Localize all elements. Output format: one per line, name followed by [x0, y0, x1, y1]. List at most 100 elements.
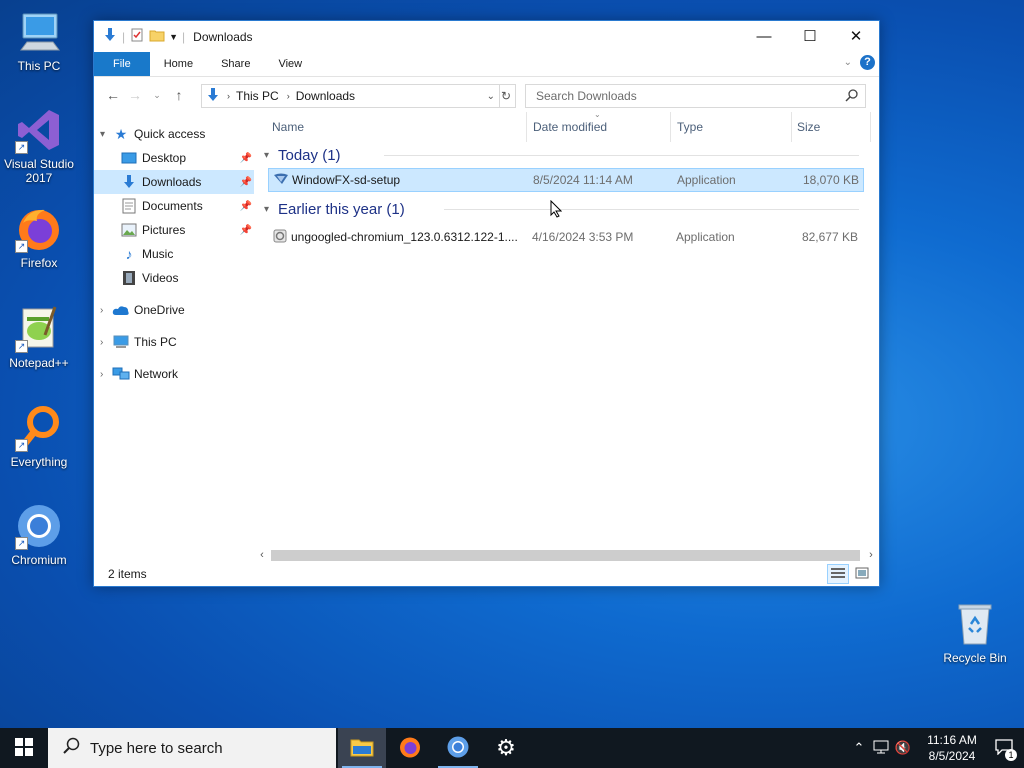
- volume-muted-icon[interactable]: 🔇: [892, 740, 914, 756]
- file-row[interactable]: ungoogled-chromium_123.0.6312.122-1.... …: [268, 226, 864, 248]
- forward-button[interactable]: →: [124, 87, 146, 103]
- start-button[interactable]: [0, 728, 48, 768]
- sidebar-item-network[interactable]: › Network: [94, 362, 254, 386]
- firefox-icon: ↗: [15, 205, 63, 253]
- action-center-button[interactable]: 1: [984, 728, 1024, 768]
- shortcut-arrow-icon: ↗: [15, 439, 28, 452]
- file-row[interactable]: WindowFX-sd-setup 8/5/2024 11:14 AM Appl…: [268, 168, 864, 192]
- taskbar-chromium-button[interactable]: [434, 728, 482, 768]
- column-header-type[interactable]: Type: [677, 120, 703, 134]
- chevron-right-icon[interactable]: ›: [100, 305, 112, 316]
- content-area: ▾ ★ Quick access Desktop 📌 Downloads 📌 D…: [94, 110, 879, 562]
- maximize-button[interactable]: ☐: [787, 21, 833, 51]
- installer-icon: [272, 228, 288, 247]
- desktop-icon-this-pc[interactable]: This PC: [0, 8, 78, 73]
- large-icons-view-button[interactable]: [851, 564, 873, 584]
- address-dropdown-icon[interactable]: ⌄: [487, 91, 495, 102]
- properties-icon[interactable]: [129, 27, 145, 46]
- minimize-button[interactable]: —: [741, 21, 787, 51]
- breadcrumb-this-pc[interactable]: This PC: [236, 89, 279, 103]
- chevron-down-icon[interactable]: ▾: [100, 129, 112, 140]
- clock[interactable]: 11:16 AM 8/5/2024: [920, 732, 984, 764]
- desktop-folder-icon: [120, 150, 138, 166]
- sidebar-item-pictures[interactable]: Pictures 📌: [94, 218, 254, 242]
- sidebar-item-videos[interactable]: Videos: [94, 266, 254, 290]
- sidebar-item-this-pc[interactable]: › This PC: [94, 330, 254, 354]
- visual-studio-icon: ↗: [15, 106, 63, 154]
- chevron-right-icon[interactable]: ›: [100, 369, 112, 380]
- back-button[interactable]: ←: [102, 87, 124, 103]
- details-view-button[interactable]: [827, 564, 849, 584]
- status-bar: 2 items: [94, 562, 879, 586]
- download-arrow-icon: [120, 174, 138, 190]
- expand-ribbon-icon[interactable]: ⌄: [844, 57, 852, 68]
- sidebar-item-label: This PC: [134, 335, 177, 349]
- maximize-icon: ☐: [803, 28, 817, 45]
- desktop-icon-firefox[interactable]: ↗ Firefox: [0, 205, 78, 270]
- refresh-button[interactable]: ↻: [497, 84, 516, 108]
- sidebar-item-quick-access[interactable]: ▾ ★ Quick access: [94, 122, 254, 146]
- title-bar[interactable]: | ▼ | Downloads — ☐ ✕: [94, 21, 879, 52]
- column-header-size[interactable]: Size: [797, 120, 820, 134]
- navigation-pane: ▾ ★ Quick access Desktop 📌 Downloads 📌 D…: [94, 122, 254, 386]
- scrollbar-thumb[interactable]: [271, 550, 860, 561]
- desktop-icon-chromium[interactable]: ↗ Chromium: [0, 502, 78, 567]
- address-bar[interactable]: › This PC › Downloads ⌄: [201, 84, 500, 108]
- file-explorer-window: | ▼ | Downloads — ☐ ✕ File Home Share Vi…: [93, 20, 880, 587]
- sidebar-item-label: Desktop: [142, 151, 187, 165]
- file-date: 8/5/2024 11:14 AM: [533, 173, 633, 187]
- sidebar-item-music[interactable]: ♪ Music: [94, 242, 254, 266]
- desktop-icon-everything[interactable]: ↗ Everything: [0, 404, 78, 469]
- desktop-icon-notepad-plus-plus[interactable]: ↗ Notepad++: [0, 305, 78, 370]
- help-icon[interactable]: ?: [860, 55, 875, 70]
- sidebar-item-desktop[interactable]: Desktop 📌: [94, 146, 254, 170]
- file-name: WindowFX-sd-setup: [292, 173, 401, 187]
- up-button[interactable]: ↑: [168, 87, 190, 103]
- search-box[interactable]: [525, 84, 866, 108]
- large-icons-view-icon: [855, 567, 869, 582]
- recent-locations-button[interactable]: ⌄: [146, 90, 168, 101]
- breadcrumb-downloads[interactable]: Downloads: [296, 89, 355, 103]
- tab-home[interactable]: Home: [150, 52, 207, 76]
- tab-share[interactable]: Share: [207, 52, 264, 76]
- settings-icon: ⚙: [496, 735, 516, 760]
- sidebar-item-label: Downloads: [142, 175, 202, 189]
- network-icon[interactable]: [870, 740, 892, 757]
- new-folder-icon[interactable]: [149, 27, 165, 46]
- chevron-down-icon[interactable]: ▾: [264, 204, 278, 215]
- taskbar-settings-button[interactable]: ⚙: [482, 728, 530, 768]
- application-icon: [273, 171, 289, 190]
- group-header-today[interactable]: ▾ Today (1): [264, 142, 869, 168]
- taskbar-firefox-button[interactable]: [386, 728, 434, 768]
- breadcrumb-separator-icon: ›: [286, 91, 290, 101]
- group-header-earlier-this-year[interactable]: ▾ Earlier this year (1): [264, 196, 869, 222]
- documents-icon: [120, 198, 138, 214]
- taskbar-file-explorer-button[interactable]: [338, 728, 386, 768]
- desktop-icon-recycle-bin[interactable]: Recycle Bin: [936, 600, 1014, 665]
- sidebar-item-documents[interactable]: Documents 📌: [94, 194, 254, 218]
- desktop-icon-label: This PC: [17, 59, 61, 73]
- chevron-right-icon[interactable]: ›: [100, 337, 112, 348]
- search-icon: [62, 737, 80, 759]
- pictures-icon: [120, 222, 138, 238]
- customize-toolbar-icon[interactable]: ▼: [169, 32, 178, 42]
- tab-view[interactable]: View: [264, 52, 316, 76]
- desktop-icon-visual-studio[interactable]: ↗ Visual Studio 2017: [0, 106, 78, 185]
- music-icon: ♪: [125, 246, 133, 262]
- download-arrow-icon: [205, 87, 221, 106]
- chevron-down-icon[interactable]: ▾: [264, 150, 278, 161]
- sidebar-item-downloads[interactable]: Downloads 📌: [94, 170, 254, 194]
- group-label: Today (1): [278, 146, 341, 164]
- tab-file[interactable]: File: [94, 52, 150, 76]
- close-button[interactable]: ✕: [833, 21, 879, 51]
- notification-count-badge: 1: [1005, 749, 1017, 761]
- search-input[interactable]: [534, 88, 838, 104]
- sidebar-item-onedrive[interactable]: › OneDrive: [94, 298, 254, 322]
- taskbar-search-box[interactable]: Type here to search: [48, 728, 336, 768]
- desktop-icon-label: Recycle Bin: [943, 651, 1007, 665]
- shortcut-arrow-icon: ↗: [15, 537, 28, 550]
- chevron-up-icon[interactable]: ⌃: [848, 740, 870, 756]
- network-icon: [112, 366, 130, 382]
- column-header-date-modified[interactable]: Date modified: [533, 120, 607, 134]
- column-header-name[interactable]: Name: [272, 120, 304, 134]
